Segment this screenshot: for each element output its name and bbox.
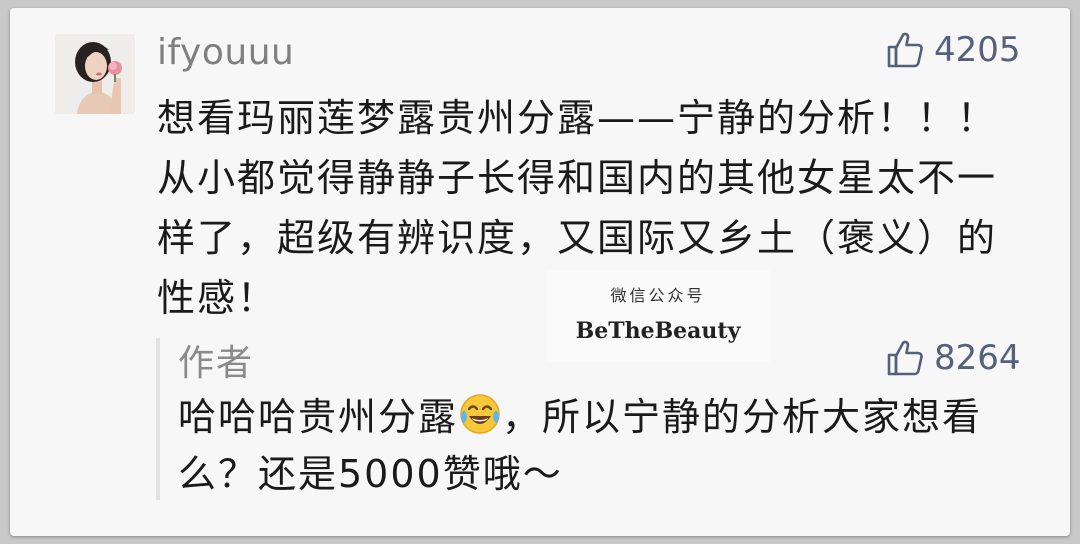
like-button[interactable]: 4205 [886, 30, 1021, 70]
reply-like-button[interactable]: 8264 [886, 338, 1021, 378]
reply-text: 哈哈哈贵州分露 ，所以宁静的分析大家想看么？还是5000赞哦～ [178, 389, 1018, 503]
like-count: 4205 [934, 30, 1021, 70]
reply-author[interactable]: 作者 [178, 334, 254, 386]
avatar-image [55, 34, 135, 114]
username[interactable]: ifyouuu [157, 32, 294, 73]
face-with-tears-of-joy-icon [460, 394, 500, 434]
comment-card: ifyouuu 4205 想看玛丽莲梦露贵州分露——宁静的分析！！！从小都觉得静… [10, 8, 1070, 536]
reply-divider [156, 338, 160, 500]
thumbs-up-icon [887, 340, 923, 376]
watermark-line2: BeTheBeauty [575, 318, 741, 344]
thumbs-up-icon [887, 32, 923, 68]
avatar[interactable] [55, 34, 135, 114]
watermark-line1: 微信公众号 [610, 286, 706, 305]
reply-text-part1: 哈哈哈贵州分露 [178, 395, 459, 439]
reply-like-count: 8264 [934, 338, 1021, 378]
watermark: 微信公众号 BeTheBeauty [546, 270, 770, 362]
